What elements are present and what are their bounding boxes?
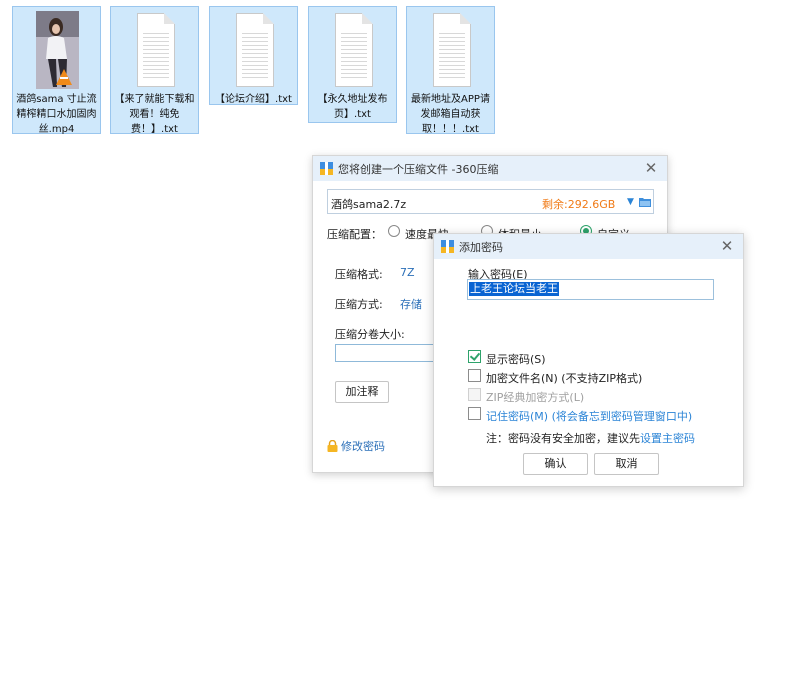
- change-password-label: 修改密码: [341, 440, 385, 453]
- add-comment-button[interactable]: 加注释: [335, 381, 389, 403]
- text-file-icon: [433, 13, 471, 87]
- password-dialog-titlebar[interactable]: 添加密码 ✕: [434, 234, 743, 259]
- close-icon[interactable]: ✕: [719, 237, 735, 255]
- lock-icon: [327, 440, 338, 452]
- file-item-text[interactable]: 最新地址及APP请发邮箱自动获取！！！.txt: [406, 6, 495, 135]
- file-item-text[interactable]: 【永久地址发布页】.txt: [308, 6, 397, 123]
- add-password-dialog: 添加密码 ✕ 输入密码(E) 上老王论坛当老王 显示密码(S) 加密文件名(N)…: [433, 233, 744, 487]
- show-password-checkbox[interactable]: [468, 350, 481, 363]
- method-value[interactable]: 存储: [400, 296, 422, 312]
- remember-password-checkbox[interactable]: [468, 407, 481, 420]
- archive-app-icon: [320, 162, 333, 175]
- archive-app-icon: [441, 240, 454, 253]
- file-label: 酒鸽sama 寸止流精榨精口水加固肉丝.mp4: [16, 94, 97, 135]
- split-size-label: 压缩分卷大小:: [335, 328, 405, 341]
- close-icon[interactable]: ✕: [643, 159, 659, 177]
- file-label: 最新地址及APP请发邮箱自动获取！！！.txt: [411, 94, 490, 135]
- file-label: 【来了就能下载和观看！纯免费！】.txt: [114, 94, 195, 135]
- file-label: 【论坛介绍】.txt: [215, 94, 292, 105]
- chevron-down-icon[interactable]: ▼: [627, 197, 634, 207]
- password-dialog-title: 添加密码: [459, 241, 503, 254]
- cancel-button[interactable]: 取消: [594, 453, 659, 475]
- remaining-space: 剩余:292.6GB: [542, 198, 616, 211]
- compress-config-label: 压缩配置：: [327, 228, 382, 241]
- text-file-icon: [335, 13, 373, 87]
- radio-fastest[interactable]: [388, 225, 400, 237]
- method-label: 压缩方式:: [335, 298, 383, 311]
- video-thumbnail-icon: [36, 11, 79, 89]
- zip-classic-label: ZIP经典加密方式(L): [486, 391, 585, 404]
- remember-password-label[interactable]: 记住密码(M) (将会备忘到密码管理窗口中): [486, 408, 692, 424]
- archive-filename: 酒鸽sama2.7z: [331, 198, 407, 211]
- file-item-text[interactable]: 【论坛介绍】.txt: [209, 6, 298, 105]
- confirm-button[interactable]: 确认: [523, 453, 588, 475]
- compress-window-titlebar[interactable]: 您将创建一个压缩文件 -360压缩 ✕: [313, 156, 667, 181]
- text-file-icon: [137, 13, 175, 87]
- format-value[interactable]: 7Z: [400, 266, 415, 279]
- folder-icon[interactable]: [639, 197, 651, 207]
- file-item-text[interactable]: 【来了就能下载和观看！纯免费！】.txt: [110, 6, 199, 135]
- split-size-input[interactable]: [335, 344, 445, 362]
- change-password-link[interactable]: 修改密码: [327, 438, 385, 454]
- desktop: 酒鸽sama 寸止流精榨精口水加固肉丝.mp4 【来了就能下载和观看！纯免费！】…: [0, 0, 800, 681]
- format-label: 压缩格式:: [335, 268, 383, 281]
- zip-classic-checkbox: [468, 388, 481, 401]
- encrypt-filenames-label: 加密文件名(N) (不支持ZIP格式): [486, 372, 643, 385]
- archive-filename-input[interactable]: 酒鸽sama2.7z 剩余:292.6GB ▼: [327, 189, 654, 214]
- compress-window-title: 您将创建一个压缩文件 -360压缩: [338, 163, 499, 176]
- security-note-text: 注：密码没有安全加密，建议先: [486, 432, 640, 445]
- password-input[interactable]: 上老王论坛当老王: [467, 279, 714, 300]
- file-label: 【永久地址发布页】.txt: [317, 94, 388, 120]
- text-file-icon: [236, 13, 274, 87]
- security-note: 注：密码没有安全加密，建议先设置主密码: [486, 430, 695, 446]
- set-master-password-link[interactable]: 设置主密码: [640, 432, 695, 445]
- show-password-label: 显示密码(S): [486, 353, 546, 366]
- password-value: 上老王论坛当老王: [469, 282, 559, 296]
- file-item-video[interactable]: 酒鸽sama 寸止流精榨精口水加固肉丝.mp4: [12, 6, 101, 135]
- encrypt-filenames-checkbox[interactable]: [468, 369, 481, 382]
